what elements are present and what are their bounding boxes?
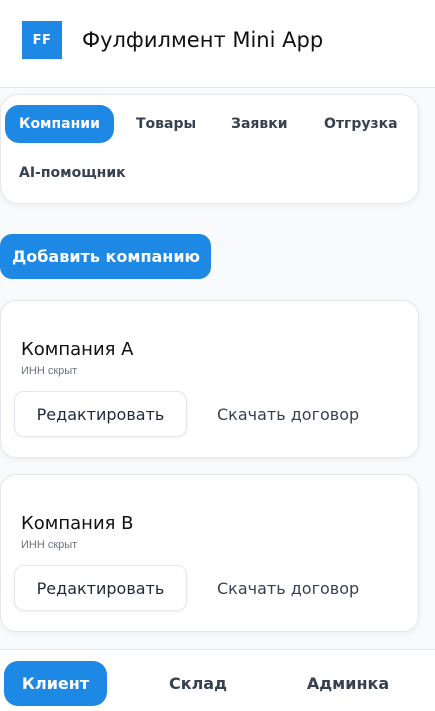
app-logo: FF xyxy=(22,21,62,59)
app-title: Фулфилмент Mini App xyxy=(82,28,324,52)
edit-company-button[interactable]: Редактировать xyxy=(14,391,187,437)
tabs-card: Компании Товары Заявки Отгрузка AI-помощ… xyxy=(0,94,419,204)
nav-client[interactable]: Клиент xyxy=(4,661,107,706)
company-name: Компания A xyxy=(21,339,134,360)
tab-ai-assistant[interactable]: AI-помощник xyxy=(19,154,126,192)
download-contract-link[interactable]: Скачать договор xyxy=(217,579,359,598)
company-card: Компания B ИНН скрыт Редактировать Скача… xyxy=(0,474,419,632)
nav-admin[interactable]: Админка xyxy=(298,661,398,706)
bottom-nav: Клиент Склад Админка xyxy=(0,649,435,711)
add-company-button[interactable]: Добавить компанию xyxy=(0,234,211,279)
edit-company-button[interactable]: Редактировать xyxy=(14,565,187,611)
nav-warehouse[interactable]: Склад xyxy=(148,661,248,706)
company-card: Компания A ИНН скрыт Редактировать Скача… xyxy=(0,300,419,458)
tab-companies[interactable]: Компании xyxy=(5,105,114,143)
company-name: Компания B xyxy=(21,513,134,534)
download-contract-link[interactable]: Скачать договор xyxy=(217,405,359,424)
tab-shipment[interactable]: Отгрузка xyxy=(324,105,398,143)
tab-products[interactable]: Товары xyxy=(136,105,196,143)
company-inn: ИНН скрыт xyxy=(21,365,78,377)
company-inn: ИНН скрыт xyxy=(21,539,78,551)
app-header: FF Фулфилмент Mini App xyxy=(0,0,435,88)
tab-requests[interactable]: Заявки xyxy=(231,105,288,143)
